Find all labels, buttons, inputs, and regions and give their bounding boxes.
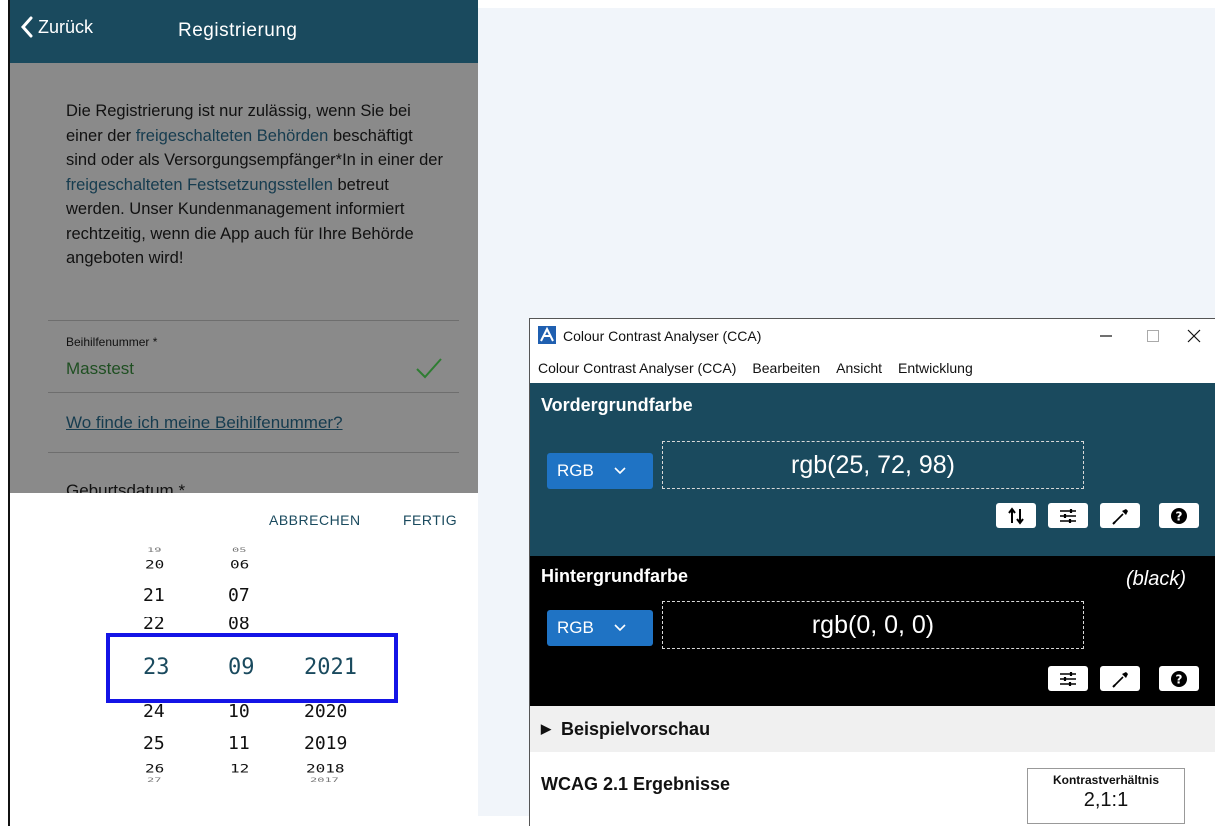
- sliders-icon: [1060, 671, 1076, 686]
- background-sliders-button[interactable]: [1048, 666, 1088, 691]
- eyedropper-icon: [1112, 508, 1128, 525]
- foreground-color-input[interactable]: rgb(25, 72, 98): [662, 441, 1084, 489]
- link-assessment-offices[interactable]: freigeschalteten Festsetzungsstellen: [66, 176, 333, 194]
- top-navigation-bar: Zurück Registrierung: [10, 0, 478, 63]
- swap-icon: [1008, 506, 1024, 525]
- wheel-item: 20: [145, 557, 165, 572]
- chevron-left-icon: [20, 16, 33, 38]
- background-color-input[interactable]: rgb(0, 0, 0): [662, 601, 1084, 649]
- back-button[interactable]: Zurück: [20, 16, 93, 38]
- preview-label: Beispielvorschau: [561, 718, 711, 739]
- contrast-ratio-box: Kontrastverhältnis 2,1:1: [1027, 768, 1185, 824]
- eyedropper-icon: [1112, 671, 1128, 688]
- beihilfenummer-help-link[interactable]: Wo finde ich meine Beihilfenummer?: [66, 413, 343, 433]
- swap-colors-button[interactable]: [996, 503, 1036, 528]
- menu-bar: Colour Contrast Analyser (CCA) Bearbeite…: [530, 353, 1215, 383]
- background-format-select[interactable]: RGB: [547, 610, 653, 646]
- wheel-item: 08: [228, 613, 250, 634]
- contrast-ratio-value: 2,1:1: [1083, 789, 1129, 811]
- cancel-button[interactable]: ABBRECHEN: [269, 512, 361, 528]
- selection-highlight-box: [106, 633, 398, 703]
- preview-toggle[interactable]: ▶ Beispielvorschau: [530, 706, 1215, 752]
- window-title: Colour Contrast Analyser (CCA): [563, 328, 762, 344]
- wheel-item: 26: [145, 761, 165, 776]
- done-button[interactable]: FERTIG: [403, 512, 457, 528]
- divider: [48, 392, 459, 393]
- intro-paragraph: Die Registrierung ist nur zulässig, wenn…: [66, 99, 446, 271]
- wheel-item: 27: [147, 776, 162, 784]
- wheel-item: 22: [143, 613, 165, 634]
- wheel-item: 19: [147, 546, 162, 554]
- wheel-item: 06: [230, 557, 250, 572]
- wheel-item: 21: [143, 585, 165, 606]
- background-title: Hintergrundfarbe: [541, 566, 689, 586]
- cca-logo-icon: [538, 326, 556, 344]
- geburtsdatum-label: Geburtsdatum *: [66, 481, 186, 493]
- minimize-button[interactable]: [1086, 323, 1126, 349]
- wheel-item: 2020: [304, 701, 348, 722]
- registration-form: Die Registrierung ist nur zulässig, wenn…: [10, 63, 478, 493]
- wheel-item: 07: [228, 585, 250, 606]
- triangle-right-icon: ▶: [541, 721, 551, 736]
- back-label: Zurück: [38, 16, 94, 37]
- help-icon: ?: [1171, 507, 1187, 524]
- wheel-item: 2019: [304, 733, 348, 754]
- chevron-down-icon: [614, 467, 626, 475]
- foreground-sliders-button[interactable]: [1048, 503, 1088, 528]
- foreground-title: Vordergrundfarbe: [541, 395, 693, 415]
- minimize-icon: [1100, 335, 1112, 337]
- wheel-item: 05: [232, 546, 247, 554]
- beihilfenummer-label: Beihilfenummer *: [66, 335, 158, 349]
- svg-text:?: ?: [1176, 509, 1183, 523]
- menu-app[interactable]: Colour Contrast Analyser (CCA): [538, 360, 736, 376]
- background-help-button[interactable]: ?: [1159, 666, 1199, 691]
- close-icon: [1187, 329, 1201, 343]
- help-icon: ?: [1171, 670, 1187, 687]
- wheel-item: 2018: [306, 761, 345, 776]
- wheel-item: 12: [230, 761, 250, 776]
- svg-text:?: ?: [1176, 672, 1183, 686]
- cca-window: Colour Contrast Analyser (CCA) Colour Co…: [529, 318, 1215, 826]
- divider: [48, 452, 459, 453]
- wheel-item: 11: [228, 733, 250, 754]
- close-button[interactable]: [1174, 323, 1214, 349]
- wheel-item: 2017: [310, 776, 339, 784]
- background-color-name: (black): [1126, 568, 1187, 590]
- foreground-help-button[interactable]: ?: [1159, 503, 1199, 528]
- page-title: Registrierung: [178, 20, 298, 41]
- chevron-down-icon: [614, 624, 626, 632]
- screenshot-canvas: Zurück Registrierung Die Registrierung i…: [0, 0, 1215, 826]
- format-label: RGB: [557, 618, 594, 637]
- menu-view[interactable]: Ansicht: [836, 360, 882, 376]
- foreground-format-select[interactable]: RGB: [547, 453, 653, 489]
- divider: [48, 320, 459, 321]
- sliders-icon: [1060, 508, 1076, 523]
- wheel-item: 25: [143, 733, 165, 754]
- foreground-section: Vordergrundfarbe RGB rgb(25, 72, 98) ?: [530, 383, 1215, 556]
- beihilfenummer-input[interactable]: Masstest: [66, 359, 134, 379]
- maximize-button[interactable]: [1133, 323, 1173, 349]
- checkmark-icon: [416, 358, 442, 379]
- wheel-item: 24: [143, 701, 165, 722]
- foreground-eyedropper-button[interactable]: [1100, 503, 1140, 528]
- wheel-item: 10: [228, 701, 250, 722]
- wcag-results-title: WCAG 2.1 Ergebnisse: [541, 774, 731, 794]
- background-section: Hintergrundfarbe (black) RGB rgb(0, 0, 0…: [530, 556, 1215, 706]
- menu-edit[interactable]: Bearbeiten: [752, 360, 820, 376]
- format-label: RGB: [557, 461, 594, 480]
- window-titlebar: Colour Contrast Analyser (CCA): [530, 319, 1215, 353]
- link-authorities[interactable]: freigeschalteten Behörden: [136, 127, 329, 145]
- menu-develop[interactable]: Entwicklung: [898, 360, 973, 376]
- maximize-icon: [1147, 330, 1159, 342]
- background-eyedropper-button[interactable]: [1100, 666, 1140, 691]
- date-picker: ABBRECHEN FERTIG 19 20 21 22 23 24 25 26…: [10, 493, 478, 826]
- contrast-ratio-label: Kontrastverhältnis: [1052, 773, 1160, 787]
